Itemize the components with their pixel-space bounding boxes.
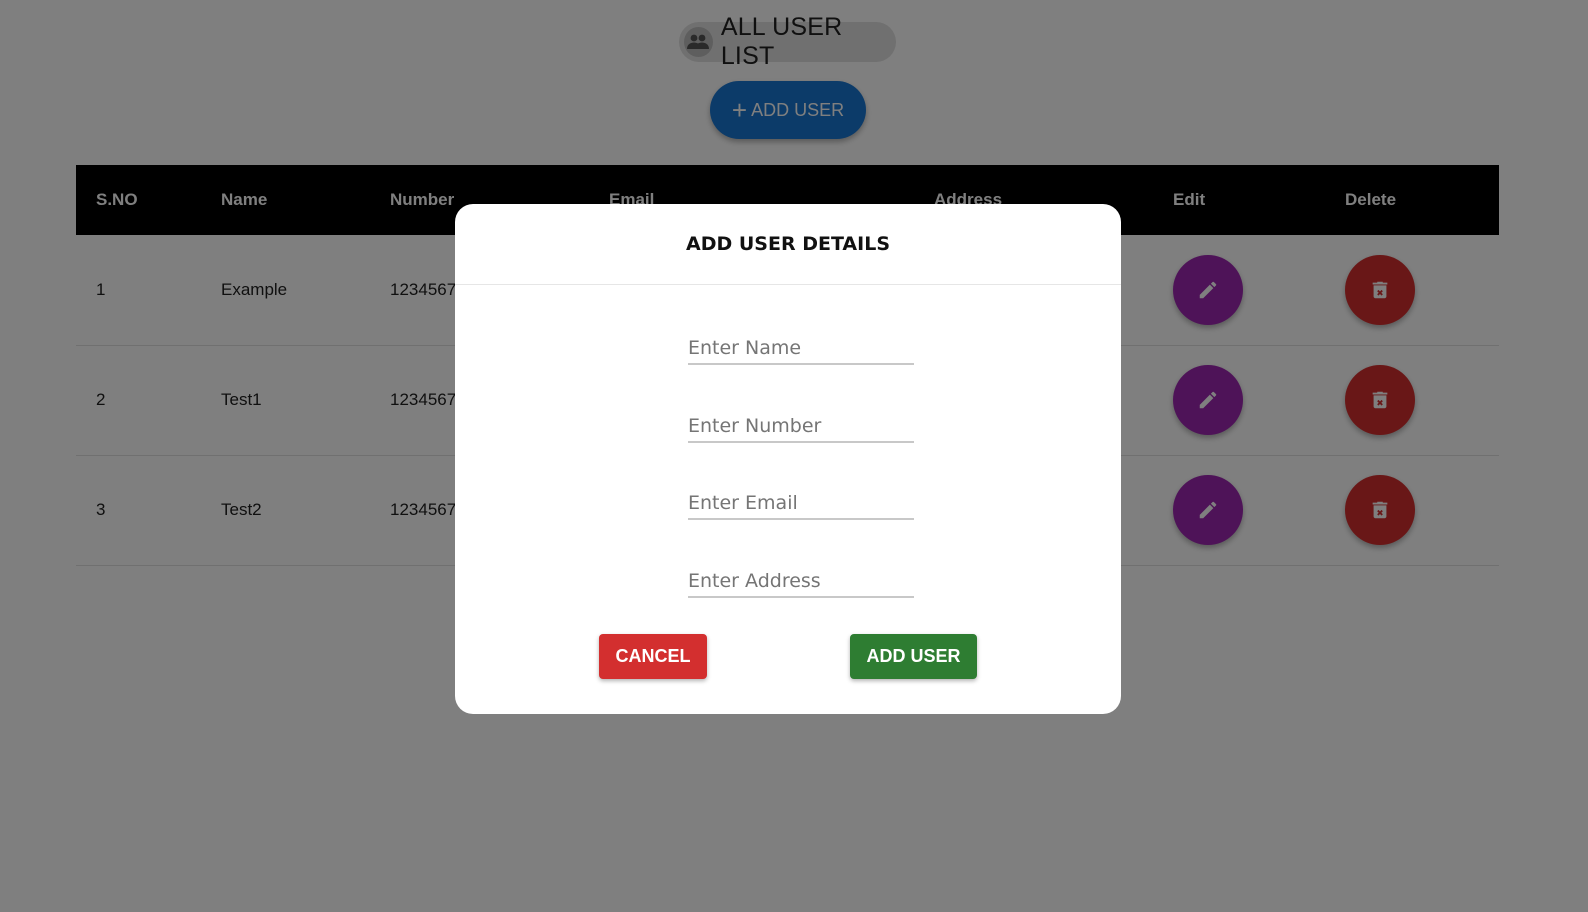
email-input[interactable] xyxy=(688,476,914,518)
number-field xyxy=(688,399,914,443)
dialog-title: ADD USER DETAILS xyxy=(455,204,1121,285)
email-field xyxy=(688,476,914,520)
address-field xyxy=(688,554,914,598)
number-input[interactable] xyxy=(688,399,914,441)
confirm-add-user-button[interactable]: ADD USER xyxy=(850,634,977,679)
cancel-button[interactable]: CANCEL xyxy=(599,634,707,679)
name-input[interactable] xyxy=(688,321,914,363)
address-input[interactable] xyxy=(688,554,914,596)
add-user-dialog: ADD USER DETAILS CANCEL ADD USER xyxy=(455,204,1121,714)
name-field xyxy=(688,321,914,365)
page: ALL USER LIST + ADD USER S.NO Name Numbe… xyxy=(0,0,1588,912)
